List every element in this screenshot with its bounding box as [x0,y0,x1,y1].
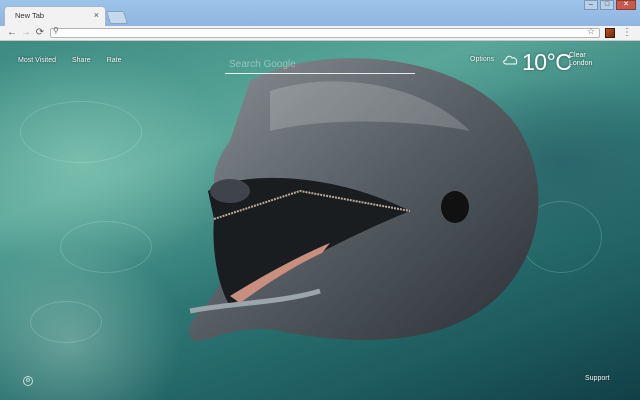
dolphin-image [188,58,539,342]
tab-strip: New Tab × – □ ✕ [0,0,640,26]
extension-icon[interactable] [605,28,615,38]
tab-new-tab[interactable]: New Tab × [4,6,106,26]
window-controls: – □ ✕ [584,0,636,10]
top-links: Most Visited Share Rate [18,57,121,64]
most-visited-link[interactable]: Most Visited [18,57,56,64]
options-link[interactable]: Options [470,56,494,63]
search-icon: ⚲ [53,26,59,35]
reload-icon[interactable]: ⟳ [34,26,46,40]
close-window-button[interactable]: ✕ [616,0,636,10]
new-tab-page: Most Visited Share Rate Options 10°C Cle… [0,41,640,400]
dolphin-eye [441,191,469,223]
minimize-button[interactable]: – [584,0,598,10]
share-link[interactable]: Share [72,57,91,64]
weather-widget[interactable]: 10°C Clear London [502,49,602,79]
dolphin-snout [210,179,250,203]
bookmark-star-icon[interactable]: ☆ [587,26,595,37]
weather-condition: Clear London [569,52,592,68]
tab-title: New Tab [15,11,45,20]
restore-button[interactable]: □ [600,0,614,10]
weather-condition-text: Clear [569,52,586,59]
tab-close-icon[interactable]: × [94,10,99,20]
temperature: 10°C [522,49,572,75]
settings-gear-icon[interactable]: ⚙ [23,376,33,386]
chrome-menu-icon[interactable]: ⋮ [622,26,632,40]
weather-location: London [569,60,593,67]
back-arrow-icon[interactable]: ← [6,26,18,40]
new-tab-button[interactable] [105,11,129,24]
browser-toolbar: ← → ⟳ ⚲ ☆ ⋮ [0,26,640,41]
cloud-icon [503,55,518,65]
support-link[interactable]: Support [585,375,610,382]
address-input[interactable] [62,29,582,37]
address-bar[interactable]: ⚲ ☆ [50,26,600,38]
search-input[interactable] [225,57,421,71]
forward-arrow-icon[interactable]: → [20,26,32,40]
google-search-box [225,54,421,74]
rate-link[interactable]: Rate [107,57,122,64]
browser-window: New Tab × – □ ✕ ← → ⟳ ⚲ ☆ ⋮ Most Visited… [0,0,640,400]
